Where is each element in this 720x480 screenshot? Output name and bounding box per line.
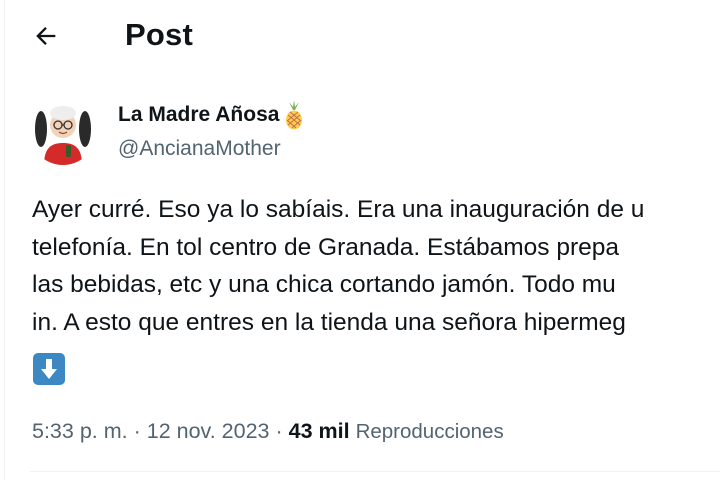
tweet-line: Ayer curré. Eso ya lo sabíais. Era una i…	[32, 196, 645, 223]
back-button[interactable]	[26, 16, 66, 56]
author-name-text: La Madre Añosa	[118, 103, 280, 126]
meta-separator: ·	[275, 419, 283, 443]
down-arrow-button-icon	[33, 353, 65, 385]
avatar-image	[30, 99, 96, 165]
meta-separator: ·	[133, 419, 141, 443]
divider	[30, 471, 720, 472]
tweet-meta: 5:33 p. m. · 12 nov. 2023 · 43 mil Repro…	[32, 415, 504, 448]
pineapple-icon	[286, 100, 303, 130]
tweet-line: in. A esto que entres en la tienda una s…	[32, 308, 626, 336]
tweet-line: las bebidas, etc y una chica cortando ja…	[32, 271, 616, 298]
tweet-time[interactable]: 5:33 p. m.	[32, 419, 128, 443]
post-header: Post	[0, 0, 720, 72]
arrow-left-icon	[36, 27, 56, 45]
views-label: Reproducciones	[355, 420, 504, 443]
post-view: Post La Madre Añosa @AncianaMother Ayer …	[0, 0, 720, 480]
views-count: 43 mil	[288, 419, 350, 443]
author-handle[interactable]: @AncianaMother	[118, 134, 281, 164]
tweet-date[interactable]: 12 nov. 2023	[147, 419, 270, 443]
page-title: Post	[125, 17, 193, 52]
author-name[interactable]: La Madre Añosa	[118, 100, 307, 130]
tweet-line: telefonía. En tol centro de Granada. Est…	[32, 233, 620, 261]
avatar[interactable]	[30, 99, 96, 165]
column-border	[4, 0, 5, 480]
tweet-text: Ayer curré. Eso ya lo sabíais. Era una i…	[32, 191, 720, 341]
